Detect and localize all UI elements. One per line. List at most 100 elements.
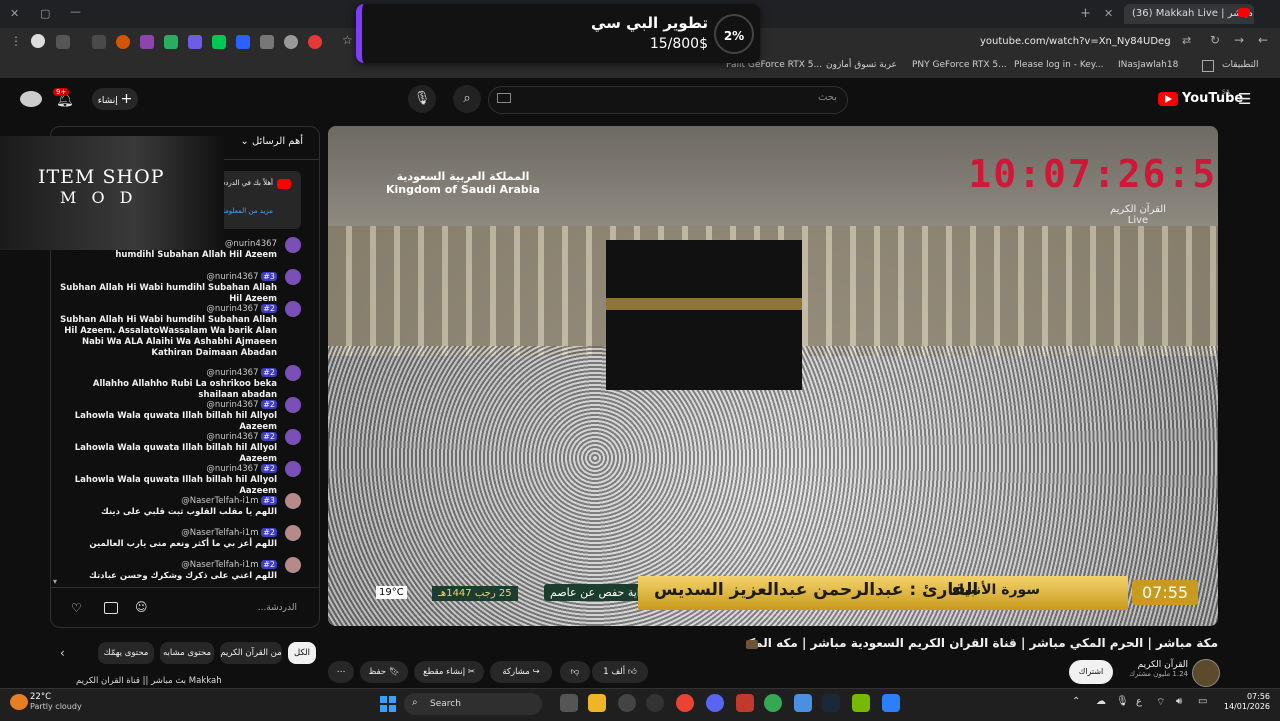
network-icon[interactable]: ☁ <box>1096 696 1106 707</box>
avatar[interactable] <box>285 461 301 477</box>
menu-dots-icon[interactable]: ⋮ <box>10 34 22 48</box>
channel-name[interactable]: القرآن الكريم <box>1120 660 1188 670</box>
avatar[interactable] <box>285 525 301 541</box>
bookmark-item[interactable]: Please log in - Key... <box>1014 60 1103 70</box>
extension-icon[interactable] <box>212 35 226 49</box>
back-icon[interactable]: ← <box>1258 33 1268 47</box>
bookmark-icon: 🔖︎ <box>388 667 400 677</box>
bookmark-item[interactable]: PNY GeForce RTX 5... <box>912 60 1007 70</box>
chat-message: @nurin4367 #2 Allahho Allahho Rubi La osh… <box>92 368 277 400</box>
video-player[interactable]: 10:07:26:57 المملكة العربية السعودية Kin… <box>328 126 1218 626</box>
reload-icon[interactable]: ↻ <box>1210 33 1220 47</box>
save-button[interactable]: حفظ 🔖︎ <box>360 661 408 683</box>
tray-chevron-icon[interactable]: ⌃ <box>1072 696 1080 707</box>
youtube-logo[interactable]: YouTube <box>1158 91 1243 106</box>
hamburger-menu-icon[interactable]: ☰ <box>1238 90 1251 108</box>
youtube-favicon-icon <box>1238 8 1250 17</box>
search-input[interactable]: بحث <box>488 86 848 114</box>
app-icon[interactable] <box>736 694 754 712</box>
avatar[interactable] <box>285 365 301 381</box>
nvidia-icon[interactable] <box>852 694 870 712</box>
microphone-icon[interactable]: 🎙︎ <box>1116 696 1129 707</box>
dislike-button[interactable]: 👎︎ <box>560 661 590 683</box>
avatar[interactable] <box>285 429 301 445</box>
bookmark-apps[interactable]: التطبيقات <box>1222 60 1259 70</box>
bookmark-item[interactable]: INasJawlah18 <box>1118 60 1178 70</box>
search-button[interactable]: ⌕ <box>453 85 481 113</box>
extension-icon[interactable] <box>56 35 70 49</box>
address-bar[interactable]: youtube.com/watch?v=Xn_Ny84UDeg <box>980 32 1196 52</box>
volume-icon[interactable]: 🔊︎ <box>1176 696 1182 707</box>
chevron-left-icon[interactable]: ‹ <box>60 646 65 660</box>
more-info-link[interactable]: مزيد من المعلومات <box>216 207 273 215</box>
chip-similar[interactable]: محتوى مشابه <box>160 642 214 664</box>
chrome-icon[interactable] <box>676 694 694 712</box>
app-icon[interactable] <box>882 694 900 712</box>
heart-icon[interactable]: ♡ <box>71 601 82 615</box>
taskbar-search[interactable]: Search <box>404 693 542 715</box>
app-icon[interactable] <box>618 694 636 712</box>
maximize-window-icon[interactable]: ▢ <box>40 7 50 20</box>
channel-avatar[interactable] <box>1192 659 1220 687</box>
battery-icon[interactable]: ▭ <box>1198 696 1207 707</box>
extension-icon[interactable] <box>284 35 298 49</box>
chip-from-quran[interactable]: من القرآن الكريم <box>220 642 282 664</box>
chat-input[interactable]: الدردشة... <box>258 603 297 613</box>
channel-info[interactable]: القرآن الكريم 1.24 مليون مشترك <box>1120 660 1188 678</box>
profile-icon[interactable] <box>31 34 45 48</box>
minimize-window-icon[interactable]: — <box>70 5 81 18</box>
windows-start-icon[interactable] <box>380 696 396 712</box>
keyboard-icon[interactable] <box>497 93 511 103</box>
subscribe-button[interactable]: اشتراك <box>1069 660 1113 684</box>
extension-icon[interactable] <box>140 35 154 49</box>
discord-icon[interactable] <box>706 694 724 712</box>
tab-youtube[interactable]: (36) Makkah Live | مكة مباشر <box>1124 4 1254 24</box>
system-clock[interactable]: 07:56 14/01/2026 <box>1222 692 1270 712</box>
extension-icon[interactable] <box>116 35 130 49</box>
extension-icon[interactable] <box>164 35 178 49</box>
pinned-message[interactable]: أهلاً بك في الدردشة المباشرة مزيد من الم… <box>188 171 301 229</box>
super-chat-icon[interactable] <box>104 602 118 614</box>
avatar[interactable] <box>285 557 301 573</box>
file-explorer-icon[interactable] <box>588 694 606 712</box>
speaker-icon[interactable] <box>260 35 274 49</box>
top-chat-dropdown[interactable]: أهم الرسائل ⌄ <box>240 136 303 147</box>
extension-icon[interactable] <box>236 35 250 49</box>
avatar[interactable] <box>285 493 301 509</box>
weather-widget[interactable]: 22°C Partly cloudy <box>30 692 82 711</box>
chrome-icon[interactable] <box>764 694 782 712</box>
voice-search-button[interactable]: 🎙︎ <box>408 85 436 113</box>
extension-icon[interactable] <box>188 35 202 49</box>
new-tab-icon[interactable]: + <box>1080 6 1091 21</box>
share-button[interactable]: مشاركة ↪ <box>490 661 552 683</box>
weather-icon[interactable] <box>10 694 28 710</box>
steam-icon[interactable] <box>822 694 840 712</box>
like-button[interactable]: 1 ألف 👍︎ <box>592 661 648 683</box>
app-icon[interactable] <box>794 694 812 712</box>
wifi-icon[interactable]: ⌔ <box>1156 696 1165 709</box>
language-icon[interactable]: ع <box>1136 696 1142 707</box>
forward-icon[interactable]: → <box>1234 33 1244 47</box>
bookmark-star-icon[interactable]: ☆ <box>342 33 353 47</box>
close-tab-icon[interactable]: ✕ <box>1104 7 1113 20</box>
task-view-icon[interactable] <box>560 694 578 712</box>
chip-for-you[interactable]: محتوى يهمّك <box>98 642 154 664</box>
close-window-icon[interactable]: ✕ <box>10 7 19 20</box>
settings-icon[interactable] <box>646 694 664 712</box>
extension-icon[interactable] <box>308 35 322 49</box>
extension-icon[interactable] <box>92 35 106 49</box>
surah-name: سورة الأنبياء <box>952 582 1041 598</box>
tune-icon[interactable]: ⇄ <box>1182 34 1191 47</box>
avatar[interactable] <box>285 269 301 285</box>
avatar[interactable] <box>285 301 301 317</box>
more-actions-button[interactable]: ⋯ <box>328 661 354 683</box>
emoji-icon[interactable]: ☺ <box>135 600 148 614</box>
scroll-down-icon[interactable]: ▾ <box>53 577 57 586</box>
avatar[interactable] <box>20 91 42 107</box>
clip-button[interactable]: إنشاء مقطع ✂ <box>414 661 484 683</box>
bookmark-item[interactable]: عربة تسوق أمازون <box>826 60 897 70</box>
create-button[interactable]: إنشاء + <box>92 88 138 110</box>
avatar[interactable] <box>285 397 301 413</box>
avatar[interactable] <box>285 237 301 253</box>
chip-all[interactable]: الكل <box>288 642 316 664</box>
